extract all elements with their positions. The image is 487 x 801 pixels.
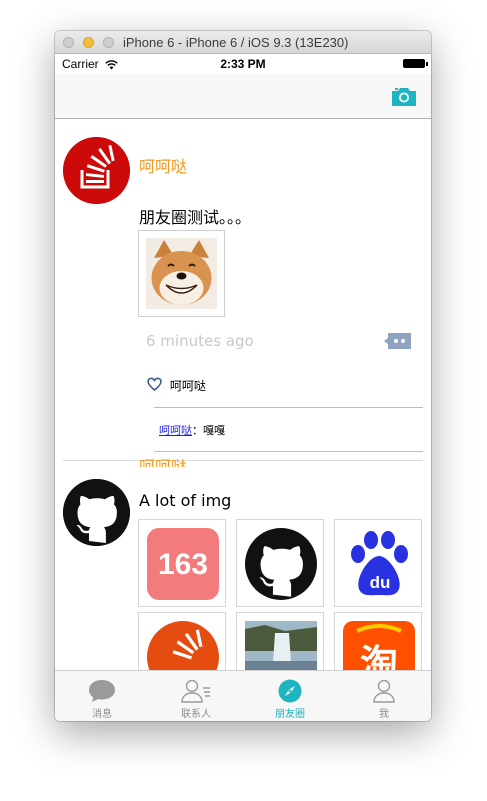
logo-du-text: du — [370, 573, 391, 592]
tab-moments[interactable]: 朋友圈 — [243, 671, 337, 721]
like-divider — [154, 407, 423, 408]
contacts-icon — [181, 679, 211, 707]
phone-screen: Carrier 2:33 PM 呵呵哒 朋友圈测试。。。 6 minutes a… — [55, 54, 431, 721]
post-image[interactable] — [138, 230, 225, 317]
github-logo-icon — [63, 479, 130, 546]
compass-icon — [278, 679, 302, 707]
tab-label: 联系人 — [181, 709, 211, 720]
moment-post: 呵呵哒 朋友圈测试。。。 6 minutes ago 呵呵哒 呵呵哒：嘎嘎 — [63, 120, 423, 461]
tab-me[interactable]: 我 — [337, 671, 431, 721]
camera-icon[interactable] — [391, 85, 417, 111]
post-text: A lot of img — [139, 491, 232, 510]
netease-163-logo: 163 — [147, 528, 219, 600]
comment-divider — [154, 451, 423, 452]
taobao-logo: 淘 — [343, 621, 415, 671]
minimize-window-button[interactable] — [83, 37, 94, 48]
tab-label: 消息 — [92, 709, 112, 720]
likes-row: 呵呵哒 — [147, 377, 206, 394]
avatar[interactable] — [63, 479, 130, 546]
comment-item: 呵呵哒：嘎嘎 — [159, 422, 225, 438]
post-text: 朋友圈测试。。。 — [139, 208, 252, 227]
post-image[interactable]: du — [334, 519, 422, 607]
comment-text: 嘎嘎 — [203, 424, 225, 437]
post-image[interactable] — [236, 519, 324, 607]
status-bar: Carrier 2:33 PM — [55, 54, 431, 74]
stackoverflow-logo-icon — [147, 621, 219, 671]
moments-feed[interactable]: 呵呵哒 朋友圈测试。。。 6 minutes ago 呵呵哒 呵呵哒：嘎嘎 A … — [55, 120, 431, 671]
stackoverflow-logo-icon — [63, 137, 130, 204]
post-image[interactable] — [236, 612, 324, 671]
navigation-bar — [55, 74, 431, 119]
logo-163-text: 163 — [158, 548, 208, 581]
tab-label: 朋友圈 — [275, 709, 305, 720]
window-title: iPhone 6 - iPhone 6 / iOS 9.3 (13E230) — [123, 35, 349, 50]
comment-separator: ： — [192, 424, 203, 437]
tab-messages[interactable]: 消息 — [55, 671, 149, 721]
post-nickname[interactable]: 呵呵哒 — [139, 459, 187, 467]
like-user-name[interactable]: 呵呵哒 — [170, 379, 206, 393]
shiba-dog-photo — [146, 238, 217, 309]
close-window-button[interactable] — [63, 37, 74, 48]
tab-label: 我 — [379, 709, 389, 720]
battery-icon — [403, 59, 428, 68]
tab-bar: 消息 联系人 朋友圈 我 — [55, 670, 431, 721]
moment-post: 呵呵哒 A lot of img 163 — [63, 459, 431, 671]
simulator-window: iPhone 6 - iPhone 6 / iOS 9.3 (13E230) C… — [55, 31, 431, 721]
window-titlebar: iPhone 6 - iPhone 6 / iOS 9.3 (13E230) — [55, 31, 431, 54]
tab-contacts[interactable]: 联系人 — [149, 671, 243, 721]
github-logo-icon — [245, 528, 317, 600]
zoom-window-button[interactable] — [103, 37, 114, 48]
chat-bubble-icon — [88, 679, 116, 707]
post-timestamp: 6 minutes ago — [146, 332, 254, 350]
post-image[interactable]: 163 — [138, 519, 226, 607]
post-image[interactable] — [138, 612, 226, 671]
comment-options-icon[interactable] — [384, 333, 411, 353]
person-icon — [372, 679, 396, 707]
post-nickname[interactable]: 呵呵哒 — [139, 153, 187, 177]
post-image[interactable]: 淘 — [334, 612, 422, 671]
avatar[interactable] — [63, 137, 130, 204]
heart-icon — [147, 377, 162, 394]
logo-tao-text: 淘 — [360, 642, 398, 671]
status-time: 2:33 PM — [220, 57, 266, 71]
baidu-paw-logo: du — [351, 531, 408, 596]
comment-author-link[interactable]: 呵呵哒 — [159, 424, 192, 437]
waterfall-photo — [245, 621, 317, 671]
